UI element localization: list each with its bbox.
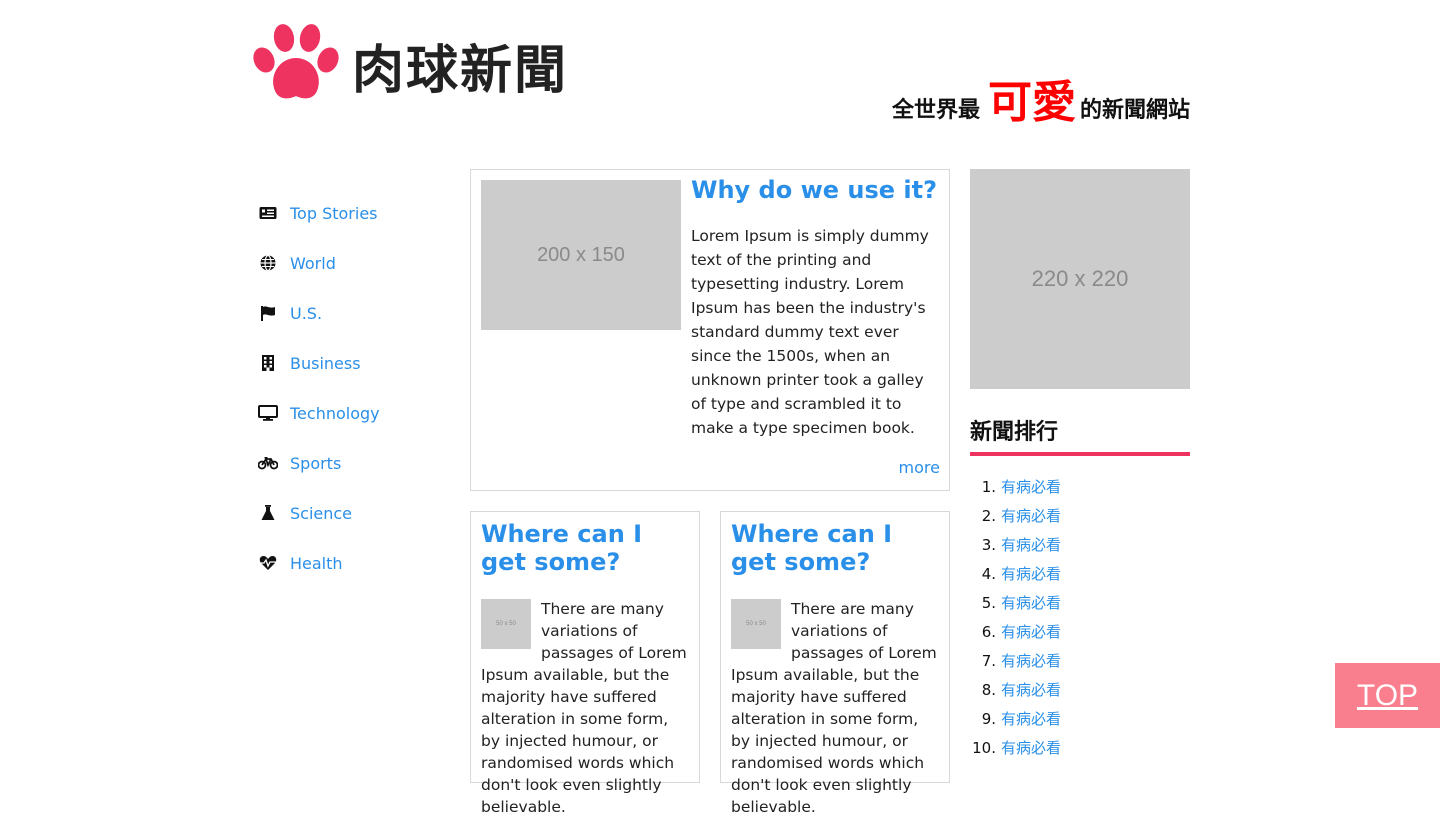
ranking-link[interactable]: 有病必看 [1001, 534, 1061, 563]
site-logo[interactable]: 肉球新聞 [250, 20, 650, 104]
ranking-number: 2. [981, 507, 996, 525]
ranking-item: 1. 有病必看 [970, 476, 1190, 505]
nav-item-business[interactable]: Business [258, 338, 448, 388]
ranking-link[interactable]: 有病必看 [1001, 505, 1061, 534]
bicycle-icon [258, 453, 278, 473]
nav-label-top-stories: Top Stories [290, 203, 378, 223]
ranking-link[interactable]: 有病必看 [1001, 592, 1061, 621]
article-thumbnail: 50 x 50 [731, 599, 781, 649]
ranking-number: 3. [981, 536, 996, 554]
nav-item-world[interactable]: World [258, 238, 448, 288]
nav-item-sports[interactable]: Sports [258, 438, 448, 488]
article-text: 50 x 50 There are many variations of pas… [731, 598, 941, 818]
ranking-link[interactable]: 有病必看 [1001, 563, 1061, 592]
site-tagline: 全世界最 可愛 的新聞網站 [892, 66, 1190, 130]
article-card: Where can I get some? 50 x 50 There are … [470, 511, 700, 816]
ranking-number: 5. [981, 594, 996, 612]
featured-article: 200 x 150 Why do we use it? Lorem Ipsum … [470, 169, 950, 491]
ranking-item: 10. 有病必看 [970, 737, 1190, 766]
flag-icon [258, 303, 278, 323]
back-to-top-label: TOP [1356, 678, 1419, 712]
logo-text: 肉球新聞 [352, 41, 569, 101]
ranking-item: 2. 有病必看 [970, 505, 1190, 534]
nav-label-world: World [290, 253, 336, 273]
featured-title[interactable]: Why do we use it? [691, 176, 937, 204]
tagline-highlight: 可愛 [987, 77, 1076, 128]
ranking-link[interactable]: 有病必看 [1001, 621, 1061, 650]
ranking-list: 1. 有病必看 2. 有病必看 3. 有病必看 4. 有病必看 5. 有病必看 6. 有病必… [970, 476, 1190, 766]
flask-icon [258, 503, 278, 523]
nav-label-health: Health [290, 553, 343, 573]
nav-label-business: Business [290, 353, 361, 373]
ranking-item: 7. 有病必看 [970, 650, 1190, 679]
ad-placeholder: 220 x 220 [970, 169, 1190, 389]
tagline-suffix: 的新聞網站 [1079, 98, 1190, 123]
nav-item-us[interactable]: U.S. [258, 288, 448, 338]
ranking-item: 5. 有病必看 [970, 592, 1190, 621]
tagline-prefix: 全世界最 [891, 98, 980, 123]
ranking-title: 新聞排行 [970, 414, 1190, 456]
more-link[interactable]: more [899, 458, 940, 477]
nav-item-top-stories[interactable]: Top Stories [258, 188, 448, 238]
ranking-link[interactable]: 有病必看 [1001, 476, 1061, 505]
nav-label-us: U.S. [290, 303, 323, 323]
ranking-number: 6. [981, 623, 996, 641]
ranking-number: 10. [972, 739, 996, 757]
nav-label-sports: Sports [290, 453, 342, 473]
ranking-item: 9. 有病必看 [970, 708, 1190, 737]
nav-label-technology: Technology [290, 403, 380, 423]
ranking-item: 8. 有病必看 [970, 679, 1190, 708]
ranking-link[interactable]: 有病必看 [1001, 679, 1061, 708]
ranking-number: 4. [981, 565, 996, 583]
heartbeat-icon [258, 553, 278, 573]
ranking-number: 9. [981, 710, 996, 728]
article-title[interactable]: Where can I get some? [481, 520, 691, 576]
nav-item-technology[interactable]: Technology [258, 388, 448, 438]
article-text: 50 x 50 There are many variations of pas… [481, 598, 691, 818]
ranking-item: 6. 有病必看 [970, 621, 1190, 650]
monitor-icon [258, 403, 278, 423]
featured-body: Lorem Ipsum is simply dummy text of the … [691, 227, 929, 437]
article-card: Where can I get some? 50 x 50 There are … [720, 511, 950, 816]
article-title[interactable]: Where can I get some? [731, 520, 941, 576]
article-thumbnail: 50 x 50 [481, 599, 531, 649]
ranking-number: 8. [981, 681, 996, 699]
paw-icon [253, 24, 339, 99]
ranking-item: 4. 有病必看 [970, 563, 1190, 592]
nav-label-science: Science [290, 503, 353, 523]
building-icon [258, 353, 278, 373]
back-to-top-button[interactable]: TOP [1335, 663, 1440, 728]
ranking-link[interactable]: 有病必看 [1001, 737, 1061, 766]
nav-item-health[interactable]: Health [258, 538, 448, 588]
globe-icon [258, 253, 278, 273]
newspaper-icon [258, 203, 278, 223]
ranking-link[interactable]: 有病必看 [1001, 708, 1061, 737]
ranking-item: 3. 有病必看 [970, 534, 1190, 563]
category-nav: Top Stories World U.S. Business Technolo… [258, 188, 448, 588]
ranking-number: 7. [981, 652, 996, 670]
ranking-number: 1. [981, 478, 996, 496]
nav-item-science[interactable]: Science [258, 488, 448, 538]
ranking-link[interactable]: 有病必看 [1001, 650, 1061, 679]
featured-image-placeholder: 200 x 150 [481, 180, 681, 330]
